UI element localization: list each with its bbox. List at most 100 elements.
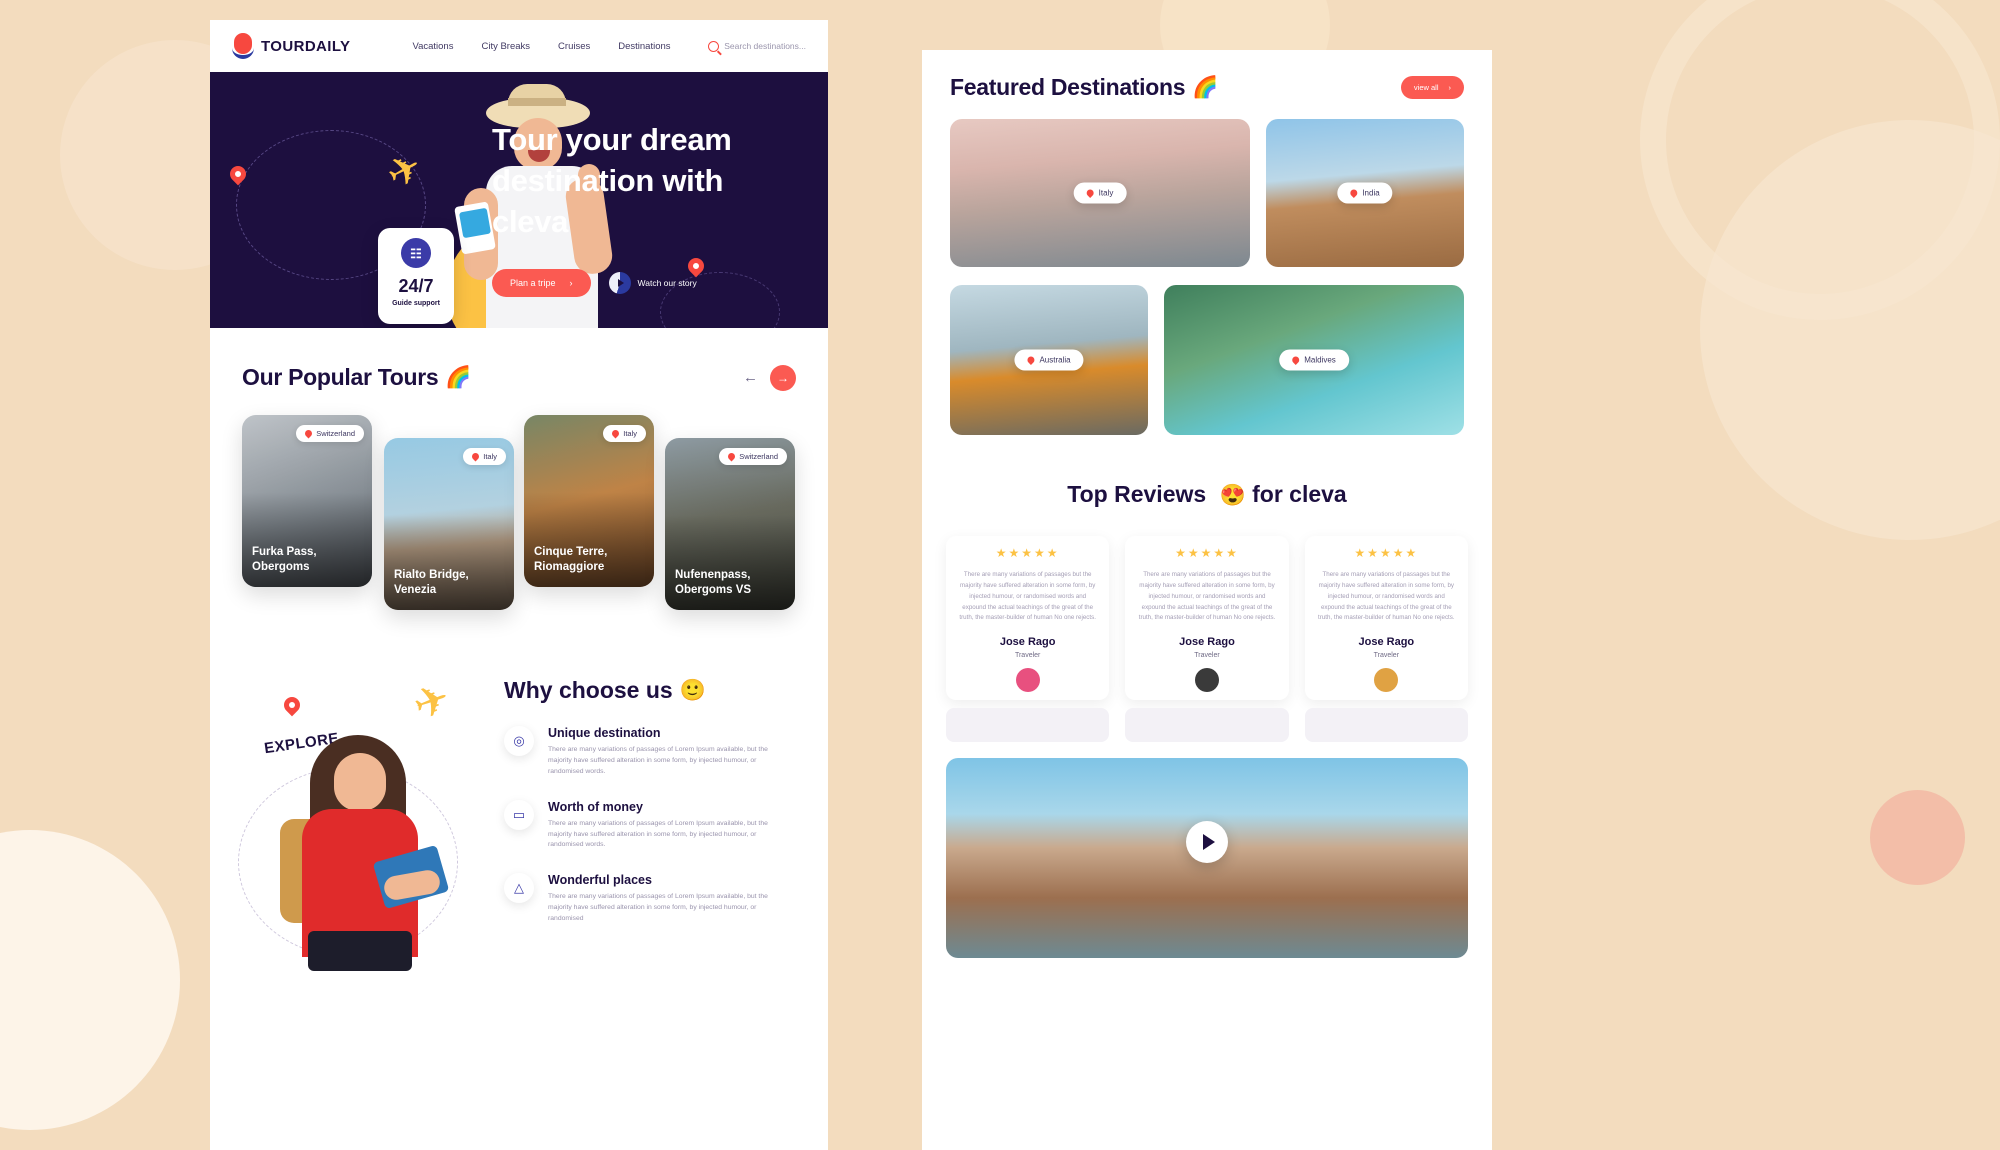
rainbow-emoji-icon: 🌈: [1192, 75, 1219, 99]
carousel-next-button[interactable]: →: [770, 364, 796, 391]
mountain-icon: △: [504, 873, 534, 904]
destination-pill: Italy: [1073, 182, 1127, 204]
search-input[interactable]: Search destinations...: [724, 41, 806, 51]
review-card: ★★★★★ There are many variations of passa…: [946, 536, 1110, 742]
destination-card[interactable]: Australia: [950, 285, 1148, 435]
review-card-shadow: [1125, 708, 1289, 742]
why-illustration: EXPLORE ✈: [238, 673, 488, 971]
background-ring: [1640, 0, 2000, 320]
tour-location-pill: Italy: [603, 425, 646, 442]
support-label: Guide support: [392, 300, 440, 307]
reviewer-name: Jose Rago: [999, 636, 1056, 649]
featured-header: Featured Destinations 🌈 view all ›: [922, 50, 1492, 101]
play-button[interactable]: [1186, 821, 1228, 863]
support-number: 24/7: [398, 276, 434, 296]
rating-stars: ★★★★★: [1175, 546, 1239, 560]
map-pin-icon: [610, 428, 621, 439]
promo-video-card[interactable]: [946, 758, 1468, 958]
avatar: [1015, 668, 1040, 693]
reviews-title-pre: Top Reviews: [1067, 481, 1213, 507]
tour-card[interactable]: Italy Rialto Bridge, Venezia: [384, 438, 514, 610]
map-pin-icon: [303, 428, 314, 439]
review-card: ★★★★★ There are many variations of passa…: [1304, 536, 1468, 742]
reviews-title: Top Reviews 😍 for cleva: [922, 481, 1492, 508]
view-all-button[interactable]: view all ›: [1400, 76, 1464, 99]
map-pin-icon: [280, 693, 304, 717]
reviewer-role: Traveler: [1194, 652, 1220, 660]
feature-title: Worth of money: [548, 799, 643, 814]
destination-label: Italy: [1098, 188, 1114, 198]
feature-item: ▭ Worth of money There are many variatio…: [504, 799, 800, 852]
background-blob: [0, 830, 180, 1130]
chevron-right-icon: ›: [569, 277, 573, 288]
map-pin-icon: [726, 451, 737, 462]
popular-tours-header: Our Popular Tours 🌈 ← →: [210, 364, 828, 391]
search-box[interactable]: Search destinations...: [708, 40, 806, 52]
review-card-shadow: [1304, 708, 1468, 742]
destination-card[interactable]: Italy: [950, 119, 1250, 267]
tour-location-pill: Italy: [463, 448, 506, 465]
destination-pill: Australia: [1014, 349, 1084, 371]
plan-trip-label: Plan a tripe: [510, 277, 556, 288]
feature-item: △ Wonderful places There are many variat…: [504, 873, 800, 925]
watch-story-button[interactable]: Watch our story: [608, 271, 697, 294]
destination-label: Maldives: [1304, 355, 1336, 365]
carousel-controls: ← →: [743, 364, 796, 391]
destinations-page-panel: Featured Destinations 🌈 view all › Italy…: [922, 50, 1492, 1150]
map-pin-icon: [470, 451, 481, 462]
tour-card[interactable]: Switzerland Furka Pass, Obergoms: [242, 415, 372, 587]
nav-item-city-breaks[interactable]: City Breaks: [481, 41, 530, 52]
feature-item: ◎ Unique destination There are many vari…: [504, 726, 800, 778]
rainbow-emoji-icon: 🌈: [445, 365, 472, 389]
tour-card[interactable]: Switzerland Nufenenpass, Obergoms VS: [665, 438, 795, 610]
primary-nav: Vacations City Breaks Cruises Destinatio…: [412, 41, 670, 52]
tour-card[interactable]: Italy Cinque Terre, Riomaggiore: [524, 415, 654, 587]
destination-card[interactable]: Maldives: [1164, 285, 1464, 435]
featured-destinations-grid-row2: Australia Maldives: [922, 267, 1492, 435]
review-card: ★★★★★ There are many variations of passa…: [1125, 536, 1289, 742]
destination-pill: India: [1337, 182, 1393, 204]
hero-actions: Plan a tripe › Watch our story: [492, 268, 792, 297]
destination-pill: Maldives: [1279, 349, 1349, 371]
tour-location: Italy: [623, 429, 637, 438]
reviewer-role: Traveler: [1014, 652, 1041, 660]
site-header: TOURDAILY Vacations City Breaks Cruises …: [210, 20, 828, 72]
tour-name: Furka Pass, Obergoms: [252, 546, 317, 574]
reviews-title-post: for cleva: [1245, 481, 1347, 507]
hero-banner: ✈ Tour your dream destination with cleva…: [210, 72, 828, 328]
review-text: There are many variations of passages bu…: [959, 571, 1096, 622]
popular-tours-title: Our Popular Tours: [242, 364, 439, 390]
view-all-label: view all: [1413, 83, 1439, 92]
tour-location-pill: Switzerland: [296, 425, 364, 442]
logo-icon: [232, 33, 254, 59]
reviewer-role: Traveler: [1373, 652, 1400, 660]
tour-location-pill: Switzerland: [719, 448, 787, 465]
brand-name: TOURDAILY: [261, 37, 351, 55]
why-title: Why choose us: [504, 677, 673, 703]
destination-label: India: [1362, 188, 1380, 198]
nav-item-vacations[interactable]: Vacations: [412, 41, 453, 52]
popular-tours-carousel: Switzerland Furka Pass, Obergoms Italy R…: [210, 407, 828, 637]
search-icon: [708, 40, 720, 52]
heart-eyes-emoji-icon: 😍: [1219, 484, 1246, 507]
nav-item-destinations[interactable]: Destinations: [618, 41, 670, 52]
map-pin-icon: [1348, 188, 1359, 198]
tour-location: Switzerland: [316, 429, 355, 438]
airplane-icon: ✈: [407, 673, 457, 730]
featured-title: Featured Destinations: [950, 74, 1186, 100]
why-choose-us-section: EXPLORE ✈ Why choose us 🙂 ◎ Unique desti…: [210, 673, 828, 971]
destination-card[interactable]: India: [1266, 119, 1464, 267]
plan-trip-button[interactable]: Plan a tripe ›: [492, 268, 591, 297]
map-pin-icon: [1290, 355, 1301, 365]
why-content: Why choose us 🙂 ◎ Unique destination The…: [488, 677, 800, 957]
carousel-prev-button[interactable]: ←: [743, 369, 758, 386]
guide-icon: ☷: [401, 238, 431, 268]
reviewer-name: Jose Rago: [1179, 636, 1235, 649]
feature-title: Wonderful places: [548, 873, 652, 888]
rating-stars: ★★★★★: [995, 546, 1060, 560]
brand-logo[interactable]: TOURDAILY: [232, 33, 350, 59]
featured-destinations-grid: Italy India: [922, 101, 1492, 267]
map-pin-icon: [1085, 188, 1096, 198]
nav-item-cruises[interactable]: Cruises: [558, 41, 590, 52]
home-page-panel: TOURDAILY Vacations City Breaks Cruises …: [210, 20, 828, 1150]
